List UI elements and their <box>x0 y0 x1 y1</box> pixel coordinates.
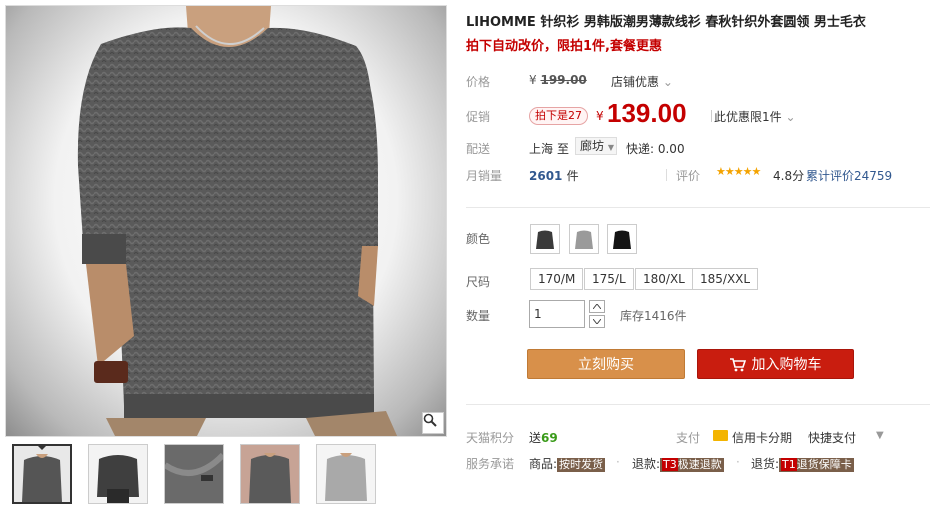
service-return-tag[interactable]: T1退货保障卡 <box>779 458 854 472</box>
service-return-text: 退货保障卡 <box>796 458 852 471</box>
cart-icon <box>729 358 746 372</box>
add-to-cart-button[interactable]: 加入购物车 <box>697 349 854 379</box>
payment-label: 支付 <box>676 431 701 445</box>
shop-discount-dropdown[interactable]: 店铺优惠 ⌄ <box>611 73 673 90</box>
separator-dot: · <box>616 455 620 469</box>
service-goods-prefix: 商品: <box>529 457 558 471</box>
thumbnail-strip <box>12 444 376 504</box>
ship-from: 上海 <box>529 142 554 156</box>
add-to-cart-label: 加入购物车 <box>751 357 822 373</box>
thumbnail-5[interactable] <box>316 444 376 504</box>
monthly-sales: 2601 件 <box>529 167 579 184</box>
rating-label: 评价 <box>665 169 701 183</box>
service-return-prefix: 退货: <box>751 457 780 471</box>
sweater-swatch-icon <box>536 230 554 249</box>
sweater-photo <box>77 6 398 436</box>
sweater-swatch-icon <box>575 230 593 249</box>
service-refund: 退款: T3极速退款 <box>632 455 724 472</box>
promo-tag: 拍下是27 <box>529 107 588 125</box>
size-option-170m[interactable]: 170/M <box>530 268 584 290</box>
chevron-down-icon[interactable]: ▼ <box>876 430 884 441</box>
monthly-sales-label: 月销量 <box>466 169 503 183</box>
original-price: ¥ 199.00 <box>529 73 587 87</box>
price-label: 价格 <box>466 75 491 89</box>
color-option-dark-gray[interactable] <box>530 224 560 254</box>
thumbnail-image <box>317 445 375 503</box>
size-option-175l[interactable]: 175/L <box>584 268 634 290</box>
size-option-185xxl[interactable]: 185/XXL <box>692 268 759 290</box>
points-label: 天猫积分 <box>466 431 515 445</box>
thumbnail-image <box>89 445 147 503</box>
service-return-code: T1 <box>781 458 797 471</box>
separator-dot: · <box>736 455 740 469</box>
points-value: 送69 <box>529 429 558 446</box>
service-refund-tag[interactable]: T3极速退款 <box>660 458 724 472</box>
size-label: 尺码 <box>466 275 491 289</box>
points-prefix: 送 <box>529 431 542 445</box>
thumbnail-1[interactable] <box>12 444 72 504</box>
service-goods: 商品: 按时发货 <box>529 455 606 472</box>
city-select[interactable]: 廊坊 ▼ <box>575 137 617 155</box>
magnifier-icon <box>423 413 437 427</box>
quantity-label: 数量 <box>466 309 491 323</box>
service-label: 服务承诺 <box>466 457 515 471</box>
quantity-input[interactable] <box>529 300 585 328</box>
star-rating-icon: ★★★★★ <box>716 165 761 178</box>
express-fee: 快递: 0.00 <box>626 142 685 156</box>
current-price: 139.00 <box>607 98 687 128</box>
current-currency-symbol: ¥ <box>596 109 604 123</box>
chevron-down-icon: ⌄ <box>785 110 796 124</box>
chevron-down-icon: ⌄ <box>662 75 673 89</box>
thumbnail-4[interactable] <box>240 444 300 504</box>
color-label: 颜色 <box>466 232 491 246</box>
monthly-sales-count: 2601 <box>529 169 563 183</box>
sweater-swatch-icon <box>613 230 631 249</box>
buy-now-button[interactable]: 立刻购买 <box>527 349 685 379</box>
thumbnail-image <box>241 445 299 503</box>
thumbnail-2[interactable] <box>88 444 148 504</box>
stock-count: 库存1416件 <box>620 309 687 323</box>
points-number: 69 <box>541 431 558 445</box>
product-title: LIHOMME 针织衫 男韩版潮男薄款线衫 春秋针织外套圆领 男士毛衣 <box>466 15 866 30</box>
service-refund-text: 极速退款 <box>677 458 722 471</box>
product-subtitle: 拍下自动改价，限拍1件,套餐更惠 <box>466 39 662 54</box>
service-refund-prefix: 退款: <box>632 457 661 471</box>
service-goods-tag[interactable]: 按时发货 <box>557 458 606 472</box>
credit-card-icon <box>713 430 728 441</box>
caret-down-icon: ▼ <box>607 143 614 152</box>
shipping-label: 配送 <box>466 142 491 156</box>
color-option-light-gray[interactable] <box>569 224 599 254</box>
original-price-value: 199.00 <box>540 73 587 87</box>
size-option-180xl[interactable]: 180/XL <box>635 268 693 290</box>
quantity-decrease-button[interactable] <box>589 315 605 328</box>
currency-symbol: ¥ <box>529 73 537 87</box>
zoom-button[interactable] <box>422 412 444 434</box>
ship-to-word: 至 <box>557 142 570 156</box>
rating-score: 4.8分 <box>773 169 805 183</box>
main-product-image[interactable] <box>5 5 447 437</box>
chevron-down-icon <box>593 319 601 324</box>
shop-discount-label: 店铺优惠 <box>611 75 660 89</box>
divider <box>466 207 930 208</box>
quantity-increase-button[interactable] <box>589 300 605 313</box>
service-refund-code: T3 <box>662 458 678 471</box>
city-value: 廊坊 <box>580 139 605 153</box>
thumbnail-3[interactable] <box>164 444 224 504</box>
monthly-sales-unit: 件 <box>566 169 579 183</box>
promo-label: 促销 <box>466 110 491 124</box>
limit-dropdown[interactable]: 此优惠限1件 ⌄ <box>711 108 796 125</box>
limit-note: 此优惠限1件 <box>714 110 782 124</box>
thumbnail-image <box>14 446 70 502</box>
divider <box>466 404 930 405</box>
thumbnail-image <box>165 445 223 503</box>
credit-card-installment[interactable]: 信用卡分期 <box>732 429 792 446</box>
chevron-up-icon <box>593 304 601 309</box>
review-count-link[interactable]: 累计评价24759 <box>806 167 892 184</box>
quick-pay[interactable]: 快捷支付 <box>808 429 856 446</box>
color-option-black[interactable] <box>607 224 637 254</box>
service-return: 退货: T1退货保障卡 <box>751 455 854 472</box>
